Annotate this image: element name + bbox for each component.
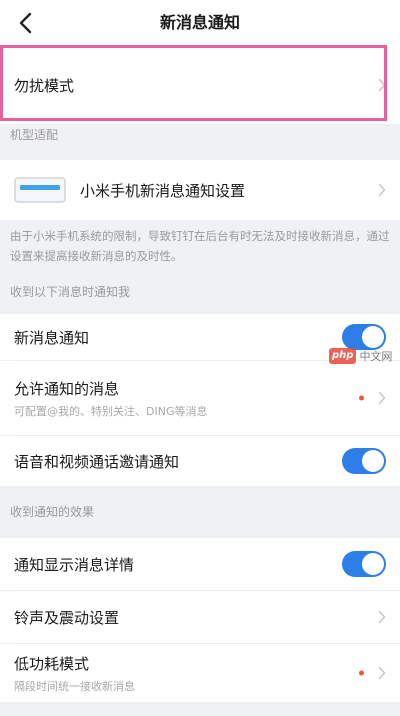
red-dot-indicator	[359, 670, 364, 676]
allowed-messages-sub: 可配置@我的、特别关注、DING等消息	[14, 404, 208, 418]
section-label-receive: 收到以下消息时通知我	[10, 285, 131, 299]
ringtone-vibration-label: 铃声及震动设置	[14, 608, 120, 627]
phone-icon	[14, 177, 66, 203]
watermark: php 中文网	[329, 348, 392, 364]
section-label-effect: 收到通知的效果	[10, 505, 95, 519]
allowed-messages-label: 允许通知的消息	[14, 379, 120, 398]
toggle-knob	[362, 326, 384, 348]
red-dot-indicator	[359, 395, 364, 401]
low-power-mode-label: 低功耗模式	[14, 654, 90, 673]
dnd-mode-label: 勿扰模式	[14, 76, 75, 95]
allowed-messages-row[interactable]: 允许通知的消息 可配置@我的、特别关注、DING等消息	[0, 361, 400, 435]
ringtone-vibration-row[interactable]: 铃声及震动设置	[0, 591, 400, 643]
low-power-mode-row[interactable]: 低功耗模式 隔段时间统一接收新消息	[0, 644, 400, 702]
chevron-right-icon	[378, 78, 386, 92]
chevron-right-icon	[378, 183, 386, 197]
av-call-invite-row: 语音和视频通话邀请通知	[0, 436, 400, 486]
chevron-right-icon	[378, 666, 386, 680]
top-bar: 新消息通知	[0, 0, 400, 46]
show-message-detail-row: 通知显示消息详情	[0, 538, 400, 590]
av-call-invite-label: 语音和视频通话邀请通知	[14, 452, 180, 471]
show-message-detail-toggle[interactable]	[342, 551, 386, 577]
toggle-knob	[362, 553, 384, 575]
av-call-invite-toggle[interactable]	[342, 448, 386, 474]
page-title: 新消息通知	[159, 13, 240, 32]
low-power-mode-sub: 隔段时间统一接收新消息	[14, 679, 135, 693]
xiaomi-settings-label: 小米手机新消息通知设置	[80, 181, 246, 200]
watermark-badge: php	[329, 348, 357, 364]
watermark-text: 中文网	[359, 350, 393, 363]
new-message-notification-label: 新消息通知	[14, 328, 90, 347]
dnd-mode-row[interactable]: 勿扰模式	[0, 46, 400, 124]
show-message-detail-label: 通知显示消息详情	[14, 555, 135, 574]
chevron-right-icon	[378, 391, 386, 405]
toggle-knob	[362, 450, 384, 472]
device-note-text: 由于小米手机系统的限制，导致钉钉在后台有时无法及时接收新消息，通过设置来提高接收…	[10, 229, 390, 263]
chevron-right-icon	[378, 610, 386, 624]
xiaomi-notification-settings-row[interactable]: 小米手机新消息通知设置	[0, 160, 400, 220]
section-label-device: 机型适配	[10, 128, 59, 142]
new-message-notification-toggle[interactable]	[342, 324, 386, 350]
